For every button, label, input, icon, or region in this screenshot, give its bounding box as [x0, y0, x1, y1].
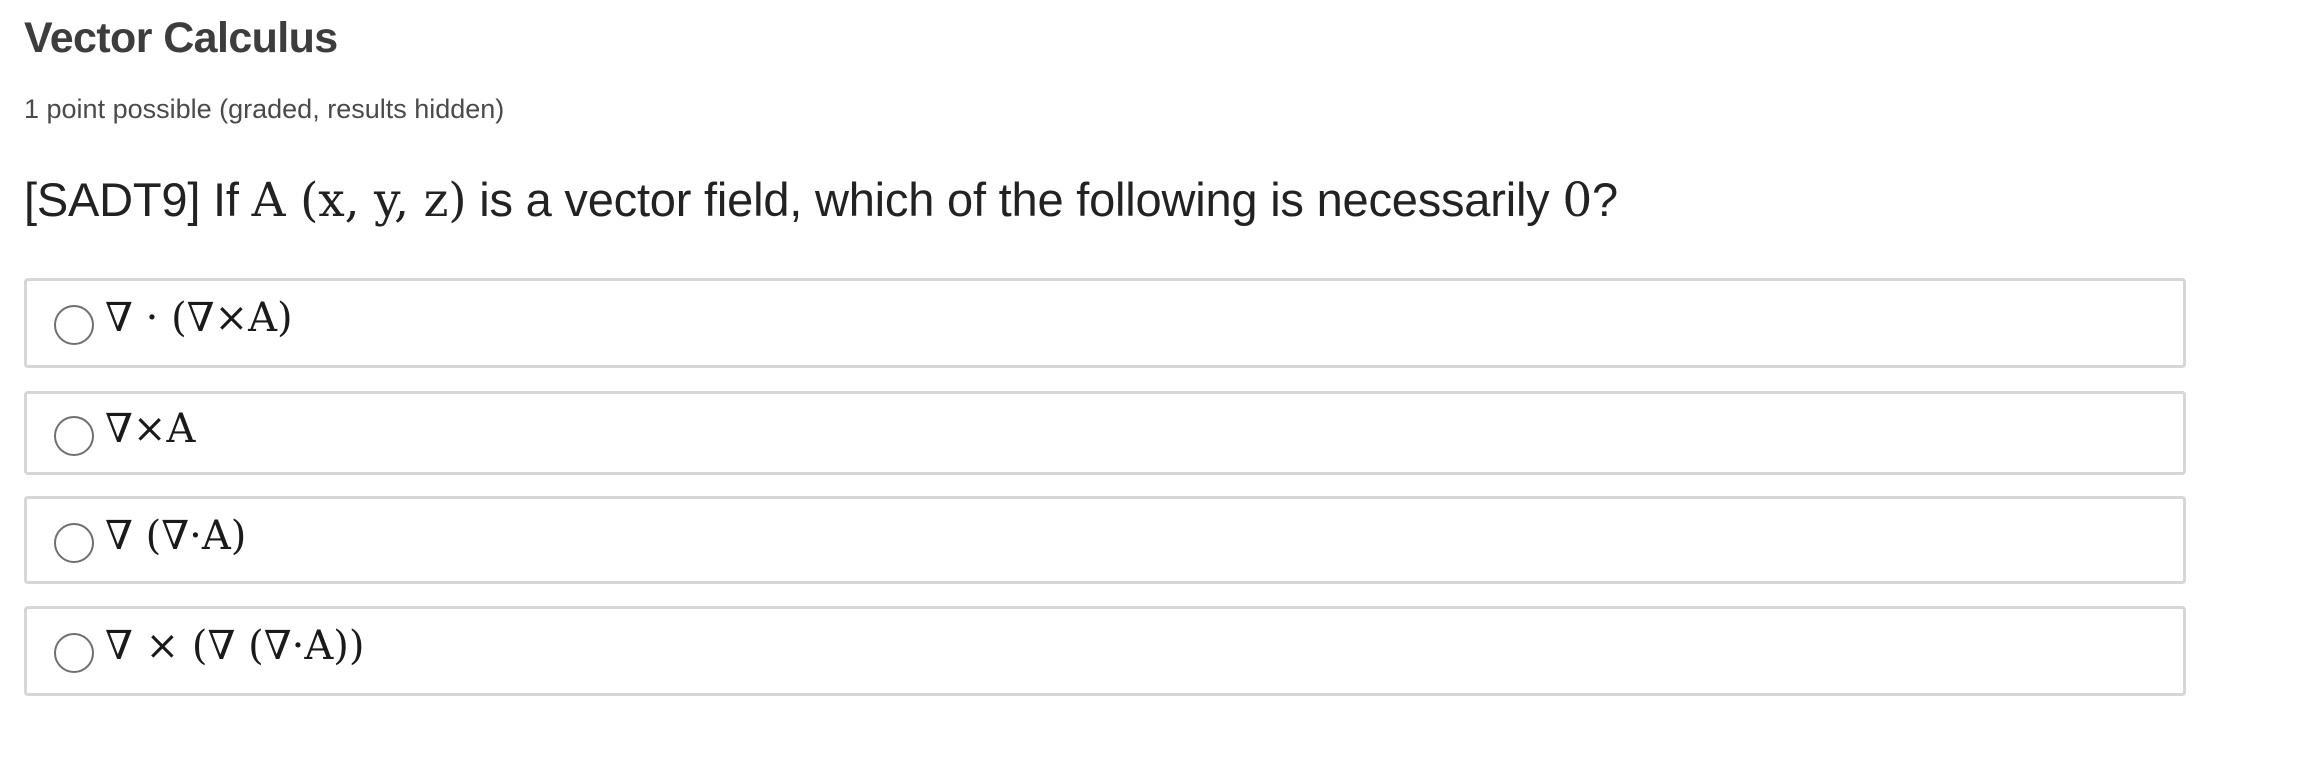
radio-button[interactable] [54, 416, 94, 456]
choice-label: ∇ (∇·A) [105, 513, 247, 559]
question-suffix: ? [1592, 173, 1618, 226]
problem-progress: 1 point possible (graded, results hidden… [24, 94, 505, 124]
radio-button[interactable] [54, 305, 94, 345]
question-middle: is a vector field, which of the followin… [466, 173, 1563, 226]
question-prefix: [SADT9] If [24, 173, 252, 226]
choice-label: ∇×A [105, 406, 196, 452]
choice-label: ∇ · (∇×A) [105, 295, 293, 341]
choice-2[interactable]: ∇×A [24, 391, 2186, 475]
choice-4[interactable]: ∇ × (∇ (∇·A)) [24, 606, 2186, 696]
choice-1[interactable]: ∇ · (∇×A) [24, 278, 2186, 368]
radio-button[interactable] [54, 633, 94, 673]
question-text: [SADT9] If A (x, y, z) is a vector field… [24, 172, 1618, 228]
question-math-field: A (x, y, z) [251, 173, 467, 228]
question-math-zero: 0 [1562, 173, 1593, 228]
choice-label: ∇ × (∇ (∇·A)) [105, 623, 365, 669]
choice-3[interactable]: ∇ (∇·A) [24, 496, 2186, 584]
radio-button[interactable] [54, 523, 94, 563]
problem-title: Vector Calculus [24, 14, 338, 62]
